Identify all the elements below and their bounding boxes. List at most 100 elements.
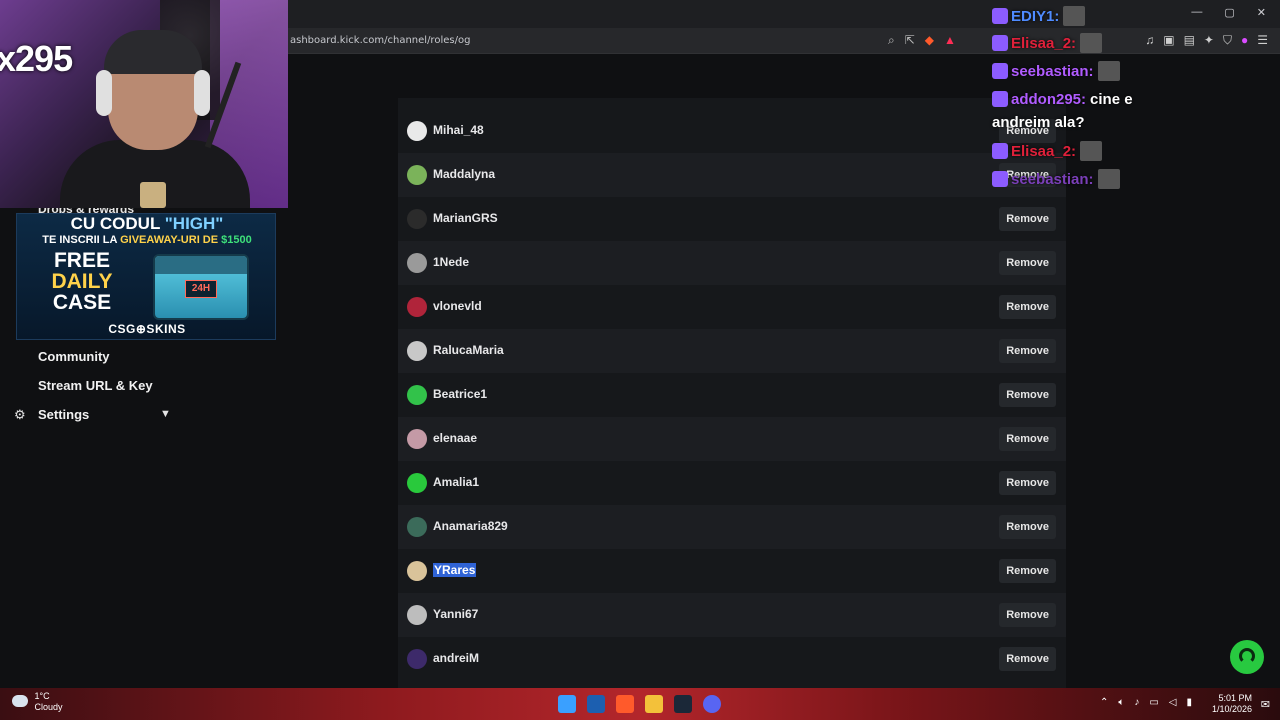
ad-headline: CU CODUL "HIGH" [70, 214, 224, 233]
avatar[interactable] [407, 341, 427, 361]
gear-icon: ⚙ [14, 407, 26, 422]
remove-button[interactable]: Remove [999, 339, 1056, 363]
avatar[interactable] [407, 649, 427, 669]
close-button[interactable]: ✕ [1257, 6, 1266, 19]
username[interactable]: Amalia1 [433, 475, 479, 489]
role-user-row: YRares Remove [398, 549, 1066, 593]
brave-shield-icon[interactable]: ◆ [925, 33, 934, 48]
remove-button[interactable]: Remove [999, 603, 1056, 627]
avatar[interactable] [407, 385, 427, 405]
avatar[interactable] [407, 517, 427, 537]
username[interactable]: vlonevld [433, 299, 482, 313]
remove-button[interactable]: Remove [999, 647, 1056, 671]
username[interactable]: Maddalyna [433, 167, 495, 181]
username[interactable]: Beatrice1 [433, 387, 487, 401]
cloud-icon [12, 695, 28, 707]
avatar[interactable] [407, 121, 427, 141]
sidebar-item-stream-url[interactable]: Stream URL & Key [38, 378, 153, 393]
battery-icon[interactable]: ▮ [1186, 697, 1192, 708]
share-icon[interactable]: ⇱ [905, 33, 915, 48]
vpn-icon[interactable]: ⛉ [1223, 33, 1232, 48]
username[interactable]: Yanni67 [433, 607, 478, 621]
avatar[interactable] [407, 429, 427, 449]
chat-message: seebastian: [992, 61, 1120, 81]
chat-username[interactable]: EDIY1: [1011, 8, 1059, 25]
remove-button[interactable]: Remove [999, 251, 1056, 275]
chat-username[interactable]: Elisaa_2: [1011, 35, 1076, 52]
speaker-icon[interactable]: 🔈︎ [1118, 697, 1124, 708]
role-user-row: vlonevld Remove [398, 285, 1066, 329]
windows-start-icon[interactable] [558, 695, 576, 713]
url-text[interactable]: ashboard.kick.com/channel/roles/og [290, 35, 470, 46]
zoom-icon[interactable]: ⌕ [888, 33, 895, 48]
leo-icon[interactable]: ✦ [1204, 33, 1214, 48]
remove-button[interactable]: Remove [999, 559, 1056, 583]
avatar[interactable] [407, 473, 427, 493]
maximize-button[interactable]: ▢ [1224, 6, 1234, 19]
username[interactable]: andreiM [433, 651, 479, 665]
sponsor-ad-banner[interactable]: CU CODUL "HIGH" TE INSCRII LA GIVEAWAY-U… [16, 213, 276, 340]
avatar[interactable] [407, 561, 427, 581]
chat-username[interactable]: addon295: [1011, 91, 1086, 108]
discord-icon[interactable] [703, 695, 721, 713]
sidebar-item-settings[interactable]: Settings [38, 407, 89, 422]
chevron-down-icon[interactable]: ▼ [160, 408, 171, 420]
chat-emote-icon [1063, 6, 1086, 26]
chat-username[interactable]: Elisaa_2: [1011, 143, 1076, 160]
speaker-icon-2[interactable]: ♪ [1134, 697, 1139, 708]
remove-button[interactable]: Remove [999, 383, 1056, 407]
music-icon[interactable]: ♫ [1145, 33, 1154, 48]
username[interactable]: RalucaMaria [433, 343, 504, 357]
chevron-up-icon[interactable]: ⌃ [1100, 697, 1108, 708]
steam-icon[interactable] [674, 695, 692, 713]
sidebar-item-community[interactable]: Community [38, 349, 110, 364]
chat-emote-icon [1097, 61, 1120, 81]
brave-browser-icon[interactable] [616, 695, 634, 713]
remove-button[interactable]: Remove [999, 207, 1056, 231]
chat-badge-icon [992, 143, 1008, 159]
chat-username[interactable]: seebastian: [1011, 63, 1094, 80]
remove-button[interactable]: Remove [999, 295, 1056, 319]
support-chat-button[interactable] [1230, 640, 1264, 674]
file-explorer-icon[interactable] [645, 695, 663, 713]
notification-icon[interactable]: ✉ [1261, 698, 1270, 711]
wallet-icon[interactable]: ▤ [1184, 33, 1195, 48]
network-icon[interactable]: ▭ [1149, 697, 1158, 708]
avatar[interactable] [407, 165, 427, 185]
case-image: 24H [153, 254, 249, 320]
remove-button[interactable]: Remove [999, 471, 1056, 495]
remove-button[interactable]: Remove [999, 427, 1056, 451]
username[interactable]: elenaae [433, 431, 477, 445]
username[interactable]: Anamaria829 [433, 519, 508, 533]
system-tray: ⌃ 🔈︎ ♪ ▭ ◁ ▮ [1100, 697, 1192, 708]
chat-username[interactable]: seebastian: [1011, 171, 1094, 188]
remove-button[interactable]: Remove [999, 515, 1056, 539]
menu-icon[interactable]: ☰ [1257, 33, 1268, 48]
chat-badge-icon [992, 8, 1008, 24]
avatar[interactable] [407, 253, 427, 273]
username[interactable]: MarianGRS [433, 211, 498, 225]
sidebar-icon[interactable]: ▣ [1163, 33, 1174, 48]
task-view-icon[interactable] [587, 695, 605, 713]
minimize-button[interactable]: — [1191, 6, 1202, 19]
role-user-row: Beatrice1 Remove [398, 373, 1066, 417]
avatar[interactable] [407, 297, 427, 317]
role-user-row: MarianGRS Remove [398, 197, 1066, 241]
chat-text: cine e [1090, 91, 1133, 108]
avatar[interactable] [407, 605, 427, 625]
chat-badge-icon [992, 91, 1008, 107]
clock[interactable]: 5:01 PM 1/10/2026 [1212, 693, 1252, 715]
ad-brand: CSG⊕SKINS [108, 322, 186, 336]
volume-icon[interactable]: ◁ [1169, 697, 1177, 708]
role-user-row: Mihai_48 Remove [398, 109, 1066, 153]
username[interactable]: YRares [433, 563, 477, 577]
cup [140, 182, 166, 208]
headset-icon [1239, 648, 1255, 664]
profile-icon[interactable]: ● [1241, 33, 1248, 48]
weather-widget[interactable]: 1°C Cloudy [12, 691, 63, 713]
username[interactable]: 1Nede [433, 255, 469, 269]
brave-rewards-icon[interactable]: ▲ [944, 33, 956, 48]
role-user-row: RalucaMaria Remove [398, 329, 1066, 373]
username[interactable]: Mihai_48 [433, 123, 484, 137]
avatar[interactable] [407, 209, 427, 229]
